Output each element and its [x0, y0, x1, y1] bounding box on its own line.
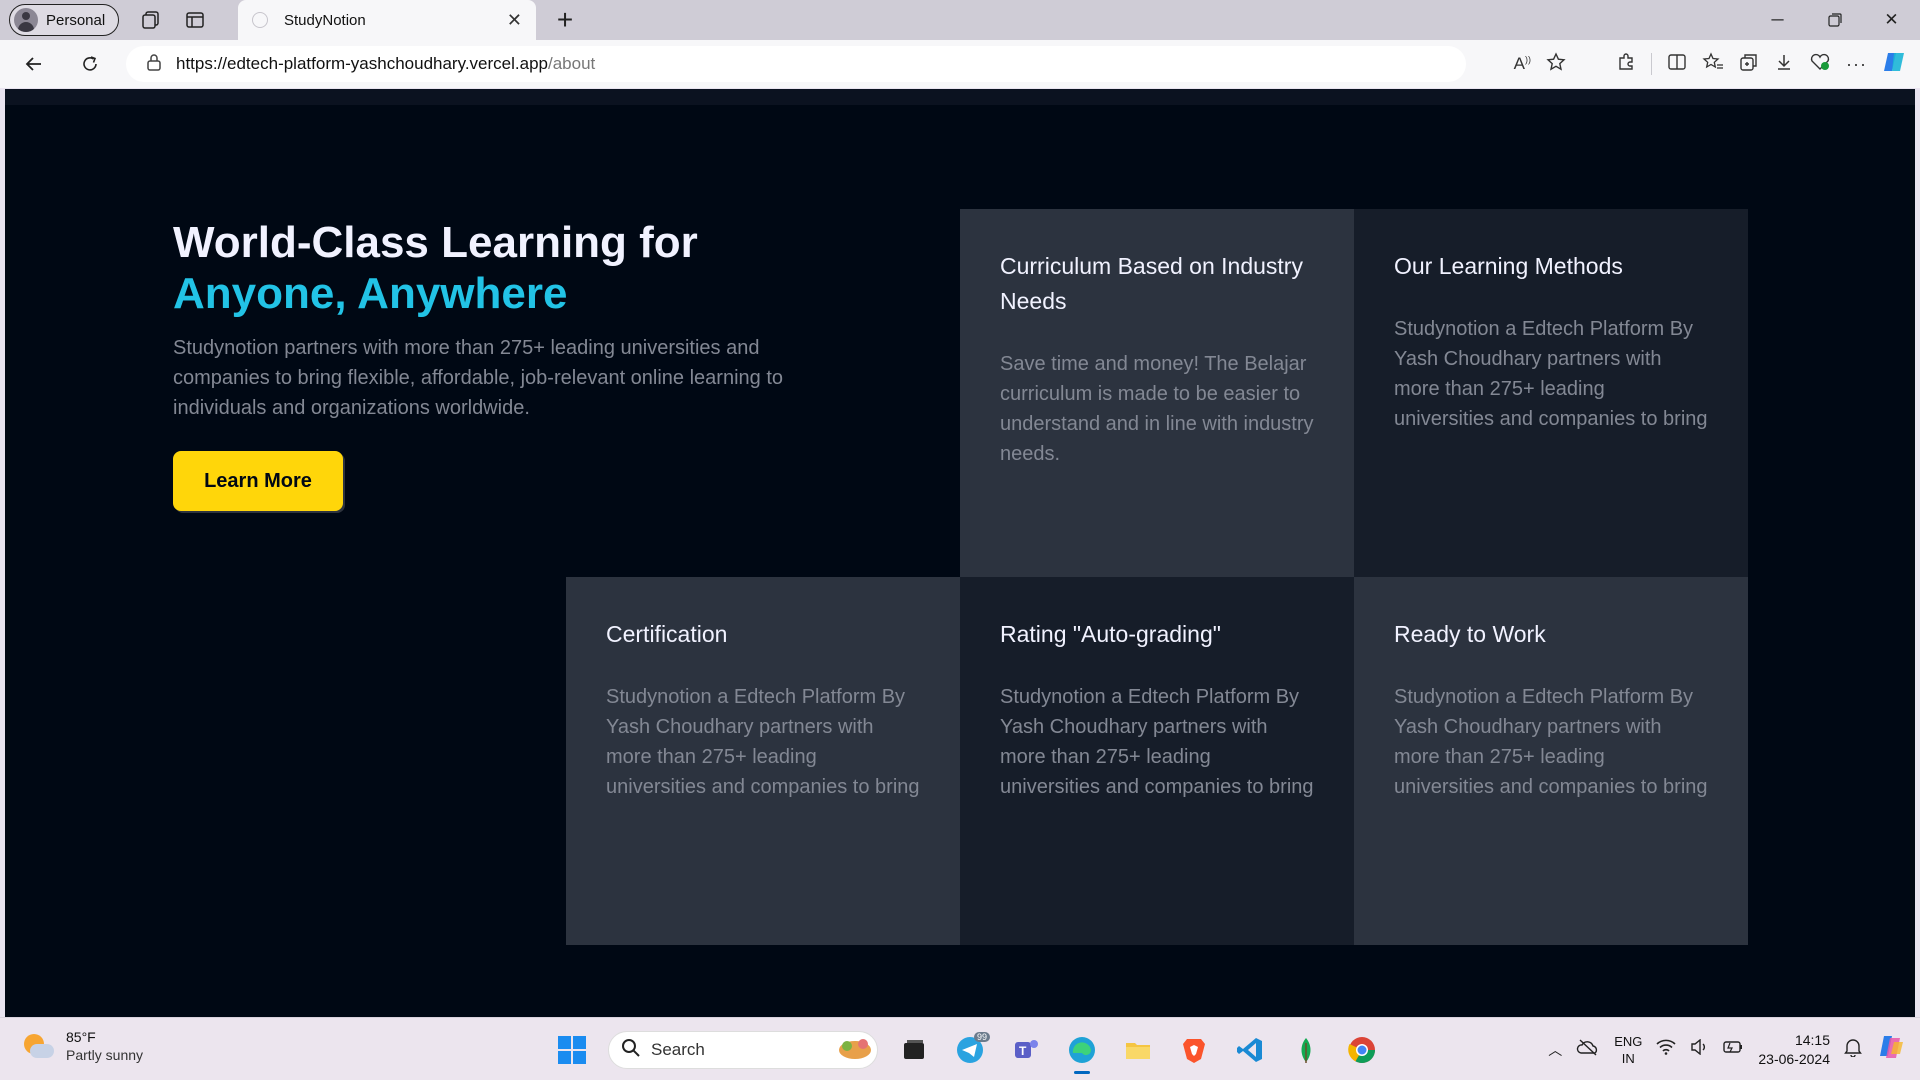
close-window-icon[interactable]: ✕	[1863, 0, 1920, 40]
tab-title: StudyNotion	[284, 11, 366, 29]
window-controls: ─ ✕	[1749, 0, 1920, 40]
browser-toolbar: https://edtech-platform-yashchoudhary.ve…	[0, 40, 1920, 88]
url-path: /about	[548, 54, 596, 73]
weather-condition: Partly sunny	[66, 1047, 144, 1063]
taskbar-apps: Search 99 T	[552, 1027, 1382, 1074]
split-screen-icon[interactable]	[1667, 52, 1687, 77]
clock-date: 23-06-2024	[1758, 1050, 1830, 1067]
profile-label: Personal	[46, 11, 106, 29]
hero-section: World-Class Learning for Anyone, Anywher…	[173, 217, 873, 511]
region-code: IN	[1621, 1050, 1635, 1066]
page-favicon-icon	[252, 12, 268, 28]
edge-icon[interactable]	[1062, 1030, 1102, 1074]
weather-temp: 85°F	[66, 1029, 96, 1045]
hero-description: Studynotion partners with more than 275+…	[173, 337, 784, 419]
search-placeholder: Search	[651, 1040, 705, 1059]
favorites-icon[interactable]	[1702, 51, 1724, 77]
about-page: World-Class Learning for Anyone, Anywher…	[5, 89, 1915, 1017]
card-learning-methods: Our Learning Methods Studynotion a Edtec…	[1354, 209, 1748, 577]
battery-icon[interactable]	[1722, 1039, 1744, 1060]
taskbar-search[interactable]: Search	[608, 1031, 878, 1069]
url-host: https://edtech-platform-yashchoudhary.ve…	[176, 54, 548, 73]
toolbar-actions: A)) ···	[1514, 44, 1920, 84]
card-auto-grading: Rating "Auto-grading" Studynotion a Edte…	[960, 577, 1354, 945]
card-title: Curriculum Based on Industry Needs	[1000, 253, 1303, 314]
toolbar-divider	[1651, 53, 1653, 75]
partly-sunny-icon	[22, 1030, 54, 1062]
onedrive-icon[interactable]	[1576, 1038, 1600, 1061]
task-view-icon[interactable]	[894, 1030, 934, 1070]
card-curriculum: Curriculum Based on Industry Needs Save …	[960, 209, 1354, 577]
teams-icon[interactable]: T	[1006, 1030, 1046, 1070]
more-options-icon[interactable]: ···	[1846, 54, 1867, 75]
wifi-icon[interactable]	[1656, 1039, 1676, 1060]
read-aloud-icon[interactable]: A))	[1514, 54, 1531, 74]
close-tab-icon[interactable]: ✕	[507, 10, 522, 31]
copilot-taskbar-icon[interactable]	[1876, 1032, 1906, 1067]
search-highlight-icon	[833, 1034, 877, 1067]
show-hidden-icons-icon[interactable]: ︿	[1548, 1040, 1562, 1060]
card-ready-to-work: Ready to Work Studynotion a Edtech Platf…	[1354, 577, 1748, 945]
vertical-tabs-icon[interactable]	[175, 0, 215, 40]
file-explorer-icon[interactable]	[1118, 1030, 1158, 1070]
back-icon[interactable]	[14, 44, 54, 84]
workspaces-icon[interactable]	[131, 0, 171, 40]
card-body: Save time and money! The Belajar curricu…	[1000, 353, 1314, 465]
clock-time: 14:15	[1794, 1031, 1830, 1048]
brave-icon[interactable]	[1174, 1030, 1214, 1070]
language-code: ENG	[1614, 1033, 1643, 1049]
address-bar[interactable]: https://edtech-platform-yashchoudhary.ve…	[126, 46, 1466, 82]
card-title: Ready to Work	[1394, 621, 1546, 647]
favorite-star-icon[interactable]	[1546, 51, 1566, 77]
copilot-icon[interactable]	[1882, 49, 1908, 80]
card-title: Our Learning Methods	[1394, 253, 1623, 279]
notification-bell-icon[interactable]	[1844, 1037, 1862, 1062]
card-body: Studynotion a Edtech Platform By Yash Ch…	[1000, 686, 1314, 798]
telegram-icon[interactable]: 99	[950, 1030, 990, 1070]
card-body: Studynotion a Edtech Platform By Yash Ch…	[1394, 686, 1708, 798]
start-button[interactable]	[552, 1030, 592, 1070]
hero-heading-highlight: Anyone, Anywhere	[173, 269, 568, 318]
language-indicator[interactable]: ENG IN	[1614, 1033, 1642, 1067]
vscode-icon[interactable]	[1230, 1030, 1270, 1070]
refresh-icon[interactable]	[70, 44, 110, 84]
collections-icon[interactable]	[1739, 52, 1759, 77]
system-tray: ︿ ENG IN 14:15 23-06-2024	[1548, 1018, 1920, 1080]
browser-essentials-icon[interactable]	[1809, 52, 1831, 77]
hero-heading: World-Class Learning for Anyone, Anywher…	[173, 217, 873, 319]
lock-icon[interactable]	[146, 53, 162, 76]
search-icon	[621, 1038, 641, 1063]
url-text[interactable]: https://edtech-platform-yashchoudhary.ve…	[176, 54, 595, 74]
downloads-icon[interactable]	[1774, 52, 1794, 77]
volume-icon[interactable]	[1690, 1038, 1708, 1060]
profile-avatar-icon	[14, 8, 38, 32]
chrome-icon[interactable]	[1342, 1030, 1382, 1070]
hero-heading-line1: World-Class Learning for	[173, 218, 698, 267]
telegram-badge: 99	[973, 1032, 990, 1042]
card-title: Certification	[606, 621, 728, 647]
card-certification: Certification Studynotion a Edtech Platf…	[566, 577, 960, 945]
profile-button[interactable]: Personal	[9, 4, 119, 36]
card-body: Studynotion a Edtech Platform By Yash Ch…	[606, 686, 920, 798]
card-title: Rating "Auto-grading"	[1000, 621, 1221, 647]
windows-taskbar: 85°F Partly sunny Search 99 T ︿ ENG IN 1…	[0, 1017, 1920, 1080]
svg-text:T: T	[1019, 1044, 1027, 1058]
active-tab[interactable]: StudyNotion ✕	[238, 0, 536, 40]
mongodb-icon[interactable]	[1286, 1030, 1326, 1070]
minimize-icon[interactable]: ─	[1749, 0, 1806, 40]
restore-icon[interactable]	[1806, 0, 1863, 40]
card-body: Studynotion a Edtech Platform By Yash Ch…	[1394, 318, 1708, 430]
extensions-icon[interactable]	[1616, 52, 1636, 77]
new-tab-button[interactable]: +	[548, 0, 582, 40]
weather-widget[interactable]: 85°F Partly sunny	[22, 1028, 143, 1064]
clock[interactable]: 14:15 23-06-2024	[1758, 1031, 1830, 1069]
learn-more-button[interactable]: Learn More	[173, 451, 343, 511]
